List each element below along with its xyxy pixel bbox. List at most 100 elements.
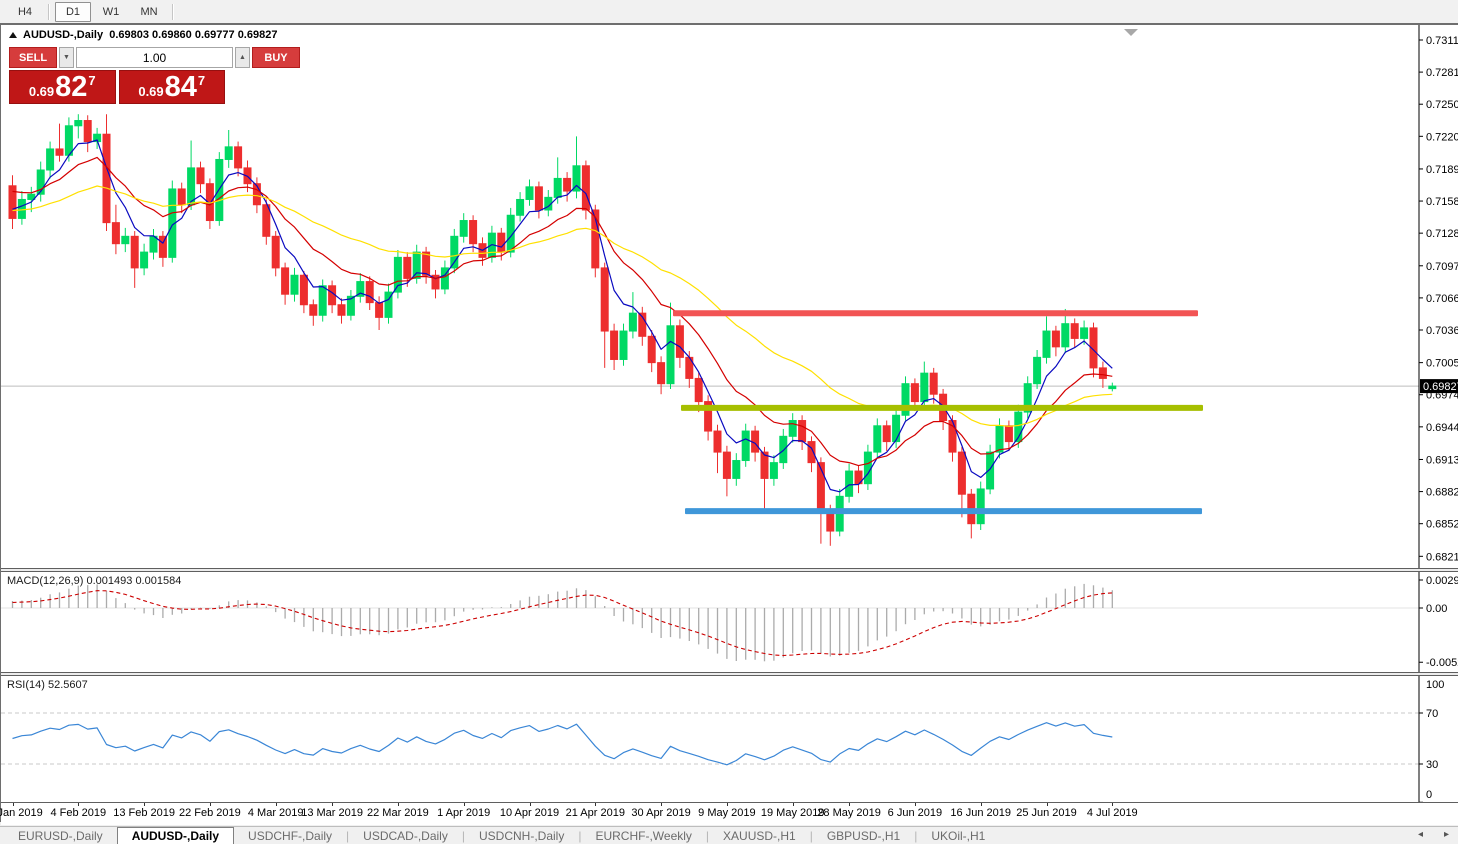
sell-price-main: 82: [55, 72, 87, 102]
symbol-label: AUDUSD-,Daily: [23, 29, 103, 41]
date-tick: [727, 803, 728, 806]
rsi-label: RSI(14) 52.5607: [7, 679, 88, 691]
timeframe-button-mn[interactable]: MN: [131, 2, 167, 22]
buy-button[interactable]: BUY: [252, 47, 300, 68]
date-tick: [849, 803, 850, 806]
macd-value-signal: 0.001584: [135, 575, 181, 587]
chart-tab-audusd[interactable]: AUDUSD-,Daily: [117, 827, 234, 844]
svg-text:0.70970: 0.70970: [1426, 261, 1458, 273]
rsi-value: 52.5607: [48, 679, 88, 691]
svg-text:0.71585: 0.71585: [1426, 196, 1458, 208]
svg-text:-0.005256: -0.005256: [1426, 657, 1458, 669]
bar-low: 0.69777: [195, 29, 235, 41]
sell-button[interactable]: SELL: [9, 47, 57, 68]
date-tick: [210, 803, 211, 806]
svg-text:0.72810: 0.72810: [1426, 67, 1458, 79]
svg-text:0.72505: 0.72505: [1426, 99, 1458, 111]
date-label: 22 Mar 2019: [367, 807, 429, 819]
date-label: 4 Jul 2019: [1087, 807, 1138, 819]
volume-input[interactable]: [76, 47, 233, 68]
date-label: 19 May 2019: [761, 807, 825, 819]
volume-decrease-button[interactable]: ▼: [59, 47, 74, 68]
date-label: 6 Jun 2019: [888, 807, 942, 819]
date-tick: [530, 803, 531, 806]
buy-price-pip: 7: [198, 73, 205, 88]
svg-text:0.72200: 0.72200: [1426, 131, 1458, 143]
date-label: 10 Apr 2019: [500, 807, 559, 819]
svg-text:0.70665: 0.70665: [1426, 293, 1458, 305]
date-label: 9 May 2019: [698, 807, 755, 819]
bar-high: 0.69860: [152, 29, 192, 41]
svg-text:0.70050: 0.70050: [1426, 358, 1458, 370]
timeframe-button-w1[interactable]: W1: [93, 2, 129, 22]
rsi-panel[interactable]: RSI(14) 52.5607 10070300: [1, 676, 1458, 802]
toolbar-separator: [48, 4, 50, 20]
svg-text:0.71890: 0.71890: [1426, 164, 1458, 176]
macd-panel[interactable]: MACD(12,26,9) 0.001493 0.001584 0.002984…: [1, 572, 1458, 672]
date-label: 28 May 2019: [817, 807, 881, 819]
support-line: [685, 508, 1202, 514]
date-tick: [144, 803, 145, 806]
date-tick: [464, 803, 465, 806]
date-tick: [1112, 803, 1113, 806]
svg-text:0: 0: [1426, 789, 1432, 801]
date-tick: [13, 803, 14, 806]
tab-scroll-left-icon[interactable]: ◂: [1418, 829, 1423, 840]
svg-text:70: 70: [1426, 708, 1438, 720]
chart-symbol-title: AUDUSD-,Daily 0.69803 0.69860 0.69777 0.…: [9, 29, 277, 41]
svg-text:0.69440: 0.69440: [1426, 422, 1458, 434]
date-label: 21 Apr 2019: [566, 807, 625, 819]
one-click-trade-panel: SELL ▼ ▲ BUY 0.69 82 7 0.69 84 7: [9, 47, 225, 104]
chart-tab-usdchf[interactable]: USDCHF-,Daily: [234, 827, 346, 844]
date-tick: [595, 803, 596, 806]
sell-price-pip: 7: [88, 73, 95, 88]
buy-price-box[interactable]: 0.69 84 7: [119, 70, 226, 104]
svg-text:0.00: 0.00: [1426, 603, 1447, 615]
chart-tab-ukoil[interactable]: UKOil-,H1: [917, 827, 999, 844]
date-axis: 25 Jan 20194 Feb 201913 Feb 201922 Feb 2…: [1, 802, 1458, 825]
date-tick: [398, 803, 399, 806]
chart-window: AUDUSD-,Daily 0.69803 0.69860 0.69777 0.…: [0, 23, 1458, 822]
date-tick: [981, 803, 982, 806]
chart-tab-eurusd[interactable]: EURUSD-,Daily: [4, 827, 117, 844]
svg-text:0.69130: 0.69130: [1426, 454, 1458, 466]
date-label: 13 Mar 2019: [301, 807, 363, 819]
svg-text:0.68825: 0.68825: [1426, 487, 1458, 499]
date-label: 30 Apr 2019: [631, 807, 690, 819]
macd-label: MACD(12,26,9) 0.001493 0.001584: [7, 575, 181, 587]
rsi-canvas: 10070300: [1, 676, 1458, 802]
volume-increase-button[interactable]: ▲: [235, 47, 250, 68]
chart-tab-eurchf[interactable]: EURCHF-,Weekly: [581, 827, 705, 844]
tab-scroll-right-icon[interactable]: ▸: [1444, 829, 1449, 840]
svg-text:0.71280: 0.71280: [1426, 228, 1458, 240]
date-label: 16 Jun 2019: [950, 807, 1011, 819]
collapse-trade-panel-icon[interactable]: [9, 32, 17, 38]
timeframe-button-d1[interactable]: D1: [55, 2, 91, 22]
date-tick: [915, 803, 916, 806]
bar-close: 0.69827: [238, 29, 278, 41]
sell-price-box[interactable]: 0.69 82 7: [9, 70, 116, 104]
chart-tab-usdcnh[interactable]: USDCNH-,Daily: [465, 827, 578, 844]
candlestick-chart-canvas[interactable]: 0.73115 0.72810 0.72505 0.72200 0.71890 0.715…: [1, 25, 1458, 568]
date-label: 1 Apr 2019: [437, 807, 490, 819]
buy-price-main: 84: [165, 72, 197, 102]
timeframe-toolbar: H4 D1W1MN: [0, 0, 1458, 23]
date-tick: [78, 803, 79, 806]
bar-open: 0.69803: [109, 29, 149, 41]
sell-price-prefix: 0.69: [29, 84, 54, 99]
timeframe-button-h4[interactable]: H4: [7, 2, 43, 22]
buy-price-prefix: 0.69: [138, 84, 163, 99]
svg-text:0.73115: 0.73115: [1426, 35, 1458, 47]
date-label: 25 Jun 2019: [1016, 807, 1077, 819]
svg-text:0.68520: 0.68520: [1426, 519, 1458, 531]
chart-tab-usdcad[interactable]: USDCAD-,Daily: [349, 827, 462, 844]
date-label: 4 Mar 2019: [248, 807, 304, 819]
svg-text:0.69827: 0.69827: [1423, 381, 1458, 393]
chart-tab-gbpusd[interactable]: GBPUSD-,H1: [813, 827, 914, 844]
resistance-line: [673, 310, 1198, 316]
date-label: 4 Feb 2019: [50, 807, 106, 819]
date-tick: [661, 803, 662, 806]
date-tick: [793, 803, 794, 806]
price-chart-panel[interactable]: AUDUSD-,Daily 0.69803 0.69860 0.69777 0.…: [1, 25, 1458, 568]
chart-tab-xauusd[interactable]: XAUUSD-,H1: [709, 827, 810, 844]
